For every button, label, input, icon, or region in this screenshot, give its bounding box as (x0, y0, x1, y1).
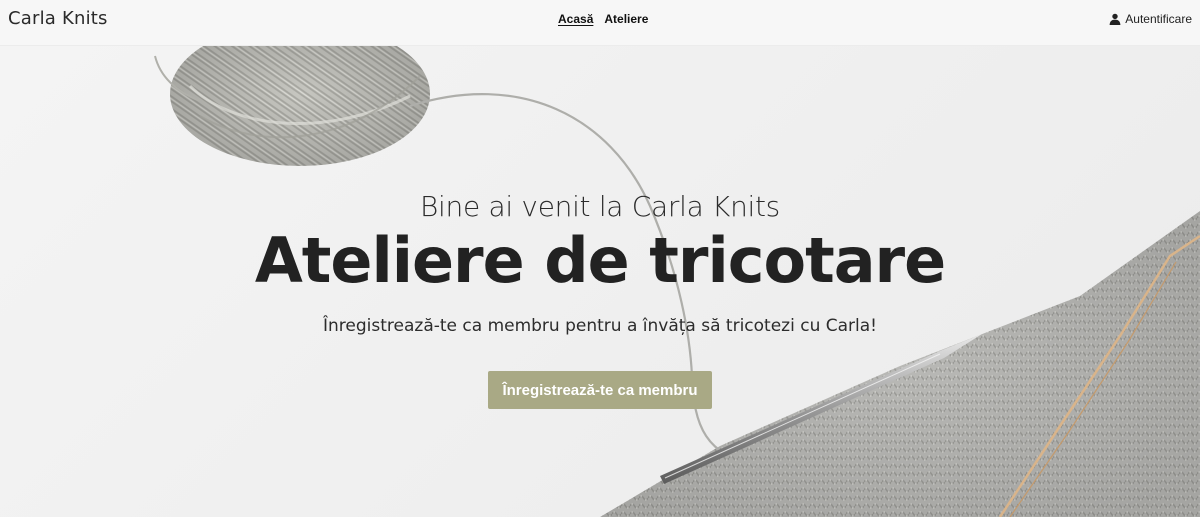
register-member-button[interactable]: Înregistrează-te ca membru (488, 371, 712, 409)
login-label: Autentificare (1125, 12, 1192, 26)
nav-link-workshops[interactable]: Ateliere (604, 12, 648, 26)
yarn-ball-image (154, 46, 430, 166)
user-icon (1109, 13, 1121, 25)
nav-link-home[interactable]: Acasă (558, 12, 593, 26)
hero-description: Înregistrează-te ca membru pentru a învă… (323, 316, 877, 336)
top-navbar: Carla Knits Acasă Ateliere Autentificare (0, 0, 1200, 46)
main-nav: Acasă Ateliere (558, 12, 648, 26)
login-link[interactable]: Autentificare (1109, 12, 1192, 26)
hero-subtitle: Bine ai venit la Carla Knits (420, 190, 780, 223)
brand-logo-link[interactable]: Carla Knits (8, 8, 108, 29)
hero-title: Ateliere de tricotare (254, 224, 946, 297)
hero-section: Bine ai venit la Carla Knits Ateliere de… (0, 46, 1200, 517)
